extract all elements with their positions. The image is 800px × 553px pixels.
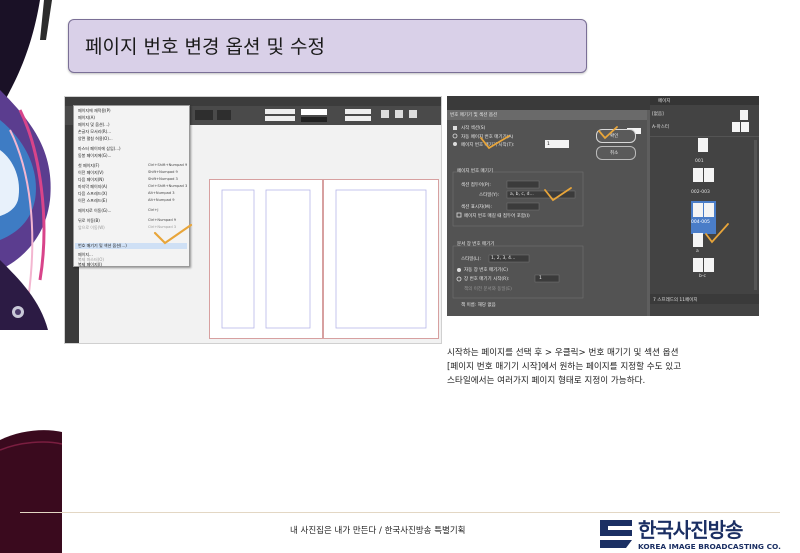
caption-line: [페이지 번호 매기기 시작]에서 원하는 페이지를 지정할 수도 있고 xyxy=(447,362,682,372)
pages-status: 7 스프레드의 11페이지 xyxy=(653,298,698,303)
context-menu-item[interactable]: 이전 스프레드(E) xyxy=(78,198,107,204)
context-menu-item[interactable]: 페이지로 이동(G)... xyxy=(78,208,111,214)
context-menu-item[interactable]: 페이지에 재적용(P) xyxy=(78,108,111,114)
page-label-a: a xyxy=(696,249,699,254)
screenshot-numbering-dialog: 번호 매기기 및 섹션 옵션 확인 취소 시작 섹션(S) 자동 페이지 번호 xyxy=(447,96,759,316)
context-menu-shortcut: Ctrl+Shift+Numpad 3 xyxy=(148,184,188,188)
numbering-section-dialog: 번호 매기기 및 섹션 옵션 확인 취소 시작 섹션(S) 자동 페이지 번호 xyxy=(447,110,647,316)
page-label-004-005: 004-005 xyxy=(691,220,710,225)
context-menu-item[interactable]: 복제 페이지(I) xyxy=(78,262,102,268)
right-page xyxy=(323,179,439,339)
context-menu-item[interactable]: 다음 스프레드(X) xyxy=(78,191,107,197)
brand-logo: 한국사진방송 KOREA IMAGE BROADCASTING CO. xyxy=(596,514,800,553)
context-menu-item[interactable]: 마지막 페이지(A) xyxy=(78,184,107,190)
pages-panel: 페이지 [없음] A-마스터 001 002-003 004-005 a b-c… xyxy=(650,96,759,316)
decorative-art-strip xyxy=(0,0,62,553)
context-menu-item[interactable]: 동봉 페이지에(G)... xyxy=(78,153,111,159)
caption-line: 스타일에서는 여러가지 페이지 형태로 지정이 가능하다. xyxy=(447,376,646,386)
numbering-section-options-item[interactable]: 번호 매기기 및 섹션 옵션(...) xyxy=(78,243,127,249)
page-label-002-003: 002-003 xyxy=(691,190,710,195)
context-menu-item[interactable]: 마스터 페이지에 삽입(...) xyxy=(78,146,121,152)
context-menu-item[interactable]: 이전 페이지(V) xyxy=(78,170,104,176)
page-thumbnails-icon xyxy=(650,110,759,304)
page-guides-icon xyxy=(335,189,427,329)
context-menu-shortcut: Ctrl+J xyxy=(148,208,159,212)
checkmark-icon xyxy=(480,126,618,202)
context-menu-shortcut: Shift+Numpad 9 xyxy=(148,170,178,174)
brand-emblem-icon xyxy=(600,520,632,548)
context-menu-item[interactable]: 첫 페이지(F) xyxy=(78,163,99,169)
footer-text: 내 사진집은 내가 만든다 / 한국사진방송 특별기획 xyxy=(290,526,466,536)
context-menu-item[interactable]: 앞으로 이동(W) xyxy=(78,225,105,231)
screenshot-context-menu: 레이아웃(L) 문자(T) 개체(O) 표(A) 보기(V) 창(W) 도움말(… xyxy=(64,96,442,344)
slide-title-box: 페이지 번호 변경 옵션 및 수정 xyxy=(68,19,587,73)
caption-line: 시작하는 페이지를 선택 후 > 우클릭> 번호 매기기 및 섹션 옵션 xyxy=(447,348,679,358)
abstract-art-icon xyxy=(0,0,62,553)
page-label-b-c: b-c xyxy=(699,274,706,279)
footer-divider xyxy=(20,512,780,513)
page-label-001: 001 xyxy=(695,159,704,164)
context-menu-item[interactable]: 뒤로 이동(B) xyxy=(78,218,100,224)
page-guides-icon xyxy=(221,189,311,329)
brand-name-english: KOREA IMAGE BROADCASTING CO. xyxy=(638,542,781,551)
context-menu-shortcut: Ctrl+Numpad 9 xyxy=(148,218,177,222)
context-menu-item[interactable]: 페이지 및 옵션(...) xyxy=(78,122,110,128)
context-menu-shortcut: Shift+Numpad 3 xyxy=(148,177,178,181)
context-menu-item[interactable]: 양면 펼침 허용(O)... xyxy=(78,136,113,142)
context-menu-shortcut: Ctrl+Shift+Numpad 9 xyxy=(148,163,188,167)
context-menu-item[interactable]: 페이지(A) xyxy=(78,115,95,121)
context-menu-item[interactable]: 손글자 모서리(R)... xyxy=(78,129,111,135)
slide-title: 페이지 번호 변경 옵션 및 수정 xyxy=(85,36,325,58)
context-menu-shortcut: Alt+Numpad 9 xyxy=(148,198,175,202)
caption: 시작하는 페이지를 선택 후 > 우클릭> 번호 매기기 및 섹션 옵션 [페이… xyxy=(447,346,747,388)
app-topbar xyxy=(447,96,650,110)
context-menu-item[interactable]: 다음 페이지(N) xyxy=(78,177,104,183)
brand-name-korean: 한국사진방송 xyxy=(638,518,743,542)
checkmark-icon xyxy=(153,223,193,245)
left-page xyxy=(209,179,323,339)
context-menu-shortcut: Alt+Numpad 3 xyxy=(148,191,175,195)
